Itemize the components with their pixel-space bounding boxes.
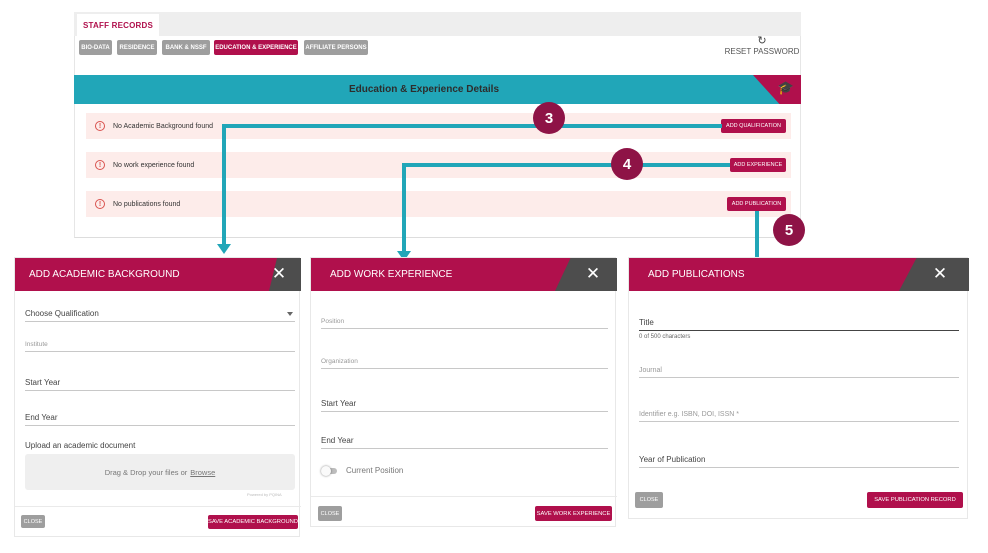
upload-label: Upload an academic document: [25, 441, 136, 450]
publications-empty-row: ! No publications found: [86, 191, 791, 217]
step-badge-4: 4: [611, 148, 643, 180]
qualification-select[interactable]: Choose Qualification: [25, 304, 295, 322]
end-year-label: End Year: [321, 436, 354, 445]
position-label: Position: [321, 318, 345, 325]
close-icon[interactable]: ✕: [581, 262, 605, 286]
close-icon[interactable]: ✕: [267, 262, 291, 286]
add-qualification-button[interactable]: ADD QUALIFICATION: [721, 119, 786, 133]
publications-empty-message: No publications found: [113, 200, 181, 208]
end-year-label: End Year: [25, 413, 58, 422]
chip-education-experience[interactable]: EDUCATION & EXPERIENCE: [214, 40, 298, 55]
connector-line: [755, 211, 759, 261]
add-academic-background-modal: ADD ACADEMIC BACKGROUND ✕ Choose Qualifi…: [14, 257, 301, 537]
save-academic-background-button[interactable]: SAVE ACADEMIC BACKGROUND: [208, 515, 298, 529]
chevron-down-icon: [287, 312, 293, 316]
toggle-knob: [321, 466, 331, 476]
title-field[interactable]: Title: [639, 311, 959, 331]
graduation-cap-icon: 🎓: [777, 80, 795, 95]
warning-icon: !: [95, 199, 105, 209]
institute-label: Institute: [25, 341, 48, 348]
chip-bio-data[interactable]: BIO-DATA: [79, 40, 112, 55]
start-year-label: Start Year: [25, 378, 61, 387]
academic-empty-message: No Academic Background found: [113, 122, 214, 130]
step-badge-5: 5: [773, 214, 805, 246]
arrow-down-icon: [217, 244, 231, 254]
title-label: Title: [639, 318, 654, 327]
year-of-publication-field[interactable]: Year of Publication: [639, 446, 959, 468]
identifier-label: Identifier e.g. ISBN, DOI, ISSN *: [639, 411, 739, 418]
work-empty-message: No work experience found: [113, 161, 195, 169]
add-experience-button[interactable]: ADD EXPERIENCE: [730, 158, 786, 172]
browse-link[interactable]: Browse: [190, 468, 215, 477]
add-publications-modal: ADD PUBLICATIONS ✕ Title 0 of 500 charac…: [628, 257, 969, 519]
position-field[interactable]: Position: [321, 312, 608, 329]
powered-by-text: Powered by PQINA: [247, 492, 282, 497]
current-position-toggle[interactable]: [321, 466, 337, 476]
save-work-experience-button[interactable]: SAVE WORK EXPERIENCE: [535, 506, 612, 521]
start-year-label: Start Year: [321, 399, 357, 408]
year-of-publication-label: Year of Publication: [639, 455, 706, 464]
connector-line: [402, 163, 730, 167]
reset-password-label: RESET PASSWORD: [724, 47, 800, 56]
end-year-field[interactable]: End Year: [321, 429, 608, 449]
section-title: Education & Experience Details: [348, 84, 500, 95]
warning-icon: !: [95, 160, 105, 170]
modal-title: ADD WORK EXPERIENCE: [330, 269, 453, 280]
character-counter: 0 of 500 characters: [639, 334, 691, 340]
refresh-icon: ↻: [757, 35, 767, 47]
close-button[interactable]: CLOSE: [635, 492, 663, 508]
modal-footer-divider: [311, 496, 617, 497]
organization-field[interactable]: Organization: [321, 352, 608, 369]
institute-field[interactable]: Institute: [25, 335, 295, 352]
organization-label: Organization: [321, 358, 358, 365]
close-button[interactable]: CLOSE: [21, 515, 45, 528]
qualification-label: Choose Qualification: [25, 309, 99, 318]
end-year-field[interactable]: End Year: [25, 406, 295, 426]
save-publication-record-button[interactable]: SAVE PUBLICATION RECORD: [867, 492, 963, 508]
journal-field[interactable]: Journal: [639, 358, 959, 378]
start-year-field[interactable]: Start Year: [25, 371, 295, 391]
step-badge-3: 3: [533, 102, 565, 134]
add-publication-button[interactable]: ADD PUBLICATION: [727, 197, 786, 211]
journal-label: Journal: [639, 367, 662, 374]
start-year-field[interactable]: Start Year: [321, 392, 608, 412]
warning-icon: !: [95, 121, 105, 131]
chip-affiliate-persons[interactable]: AFFILIATE PERSONS: [304, 40, 368, 55]
close-icon[interactable]: ✕: [928, 262, 952, 286]
modal-title: ADD ACADEMIC BACKGROUND: [29, 269, 180, 280]
add-work-experience-modal: ADD WORK EXPERIENCE ✕ Position Organizat…: [310, 257, 617, 527]
close-button[interactable]: CLOSE: [318, 506, 342, 521]
modal-footer-divider: [15, 506, 301, 507]
connector-line: [222, 124, 722, 128]
chip-residence[interactable]: RESIDENCE: [117, 40, 157, 55]
tab-strip: [74, 12, 801, 36]
current-position-label: Current Position: [346, 466, 404, 475]
dropzone-text: Drag & Drop your files or: [104, 467, 188, 477]
chip-bank-nssf[interactable]: BANK & NSSF: [162, 40, 210, 55]
tab-staff-records[interactable]: STAFF RECORDS: [77, 14, 159, 36]
connector-line: [222, 124, 226, 244]
file-dropzone[interactable]: Drag & Drop your files or Browse: [25, 454, 295, 490]
connector-line: [402, 163, 406, 251]
modal-title: ADD PUBLICATIONS: [648, 269, 745, 280]
reset-password-button[interactable]: ↻ RESET PASSWORD: [722, 35, 802, 57]
identifier-field[interactable]: Identifier e.g. ISBN, DOI, ISSN *: [639, 402, 959, 422]
